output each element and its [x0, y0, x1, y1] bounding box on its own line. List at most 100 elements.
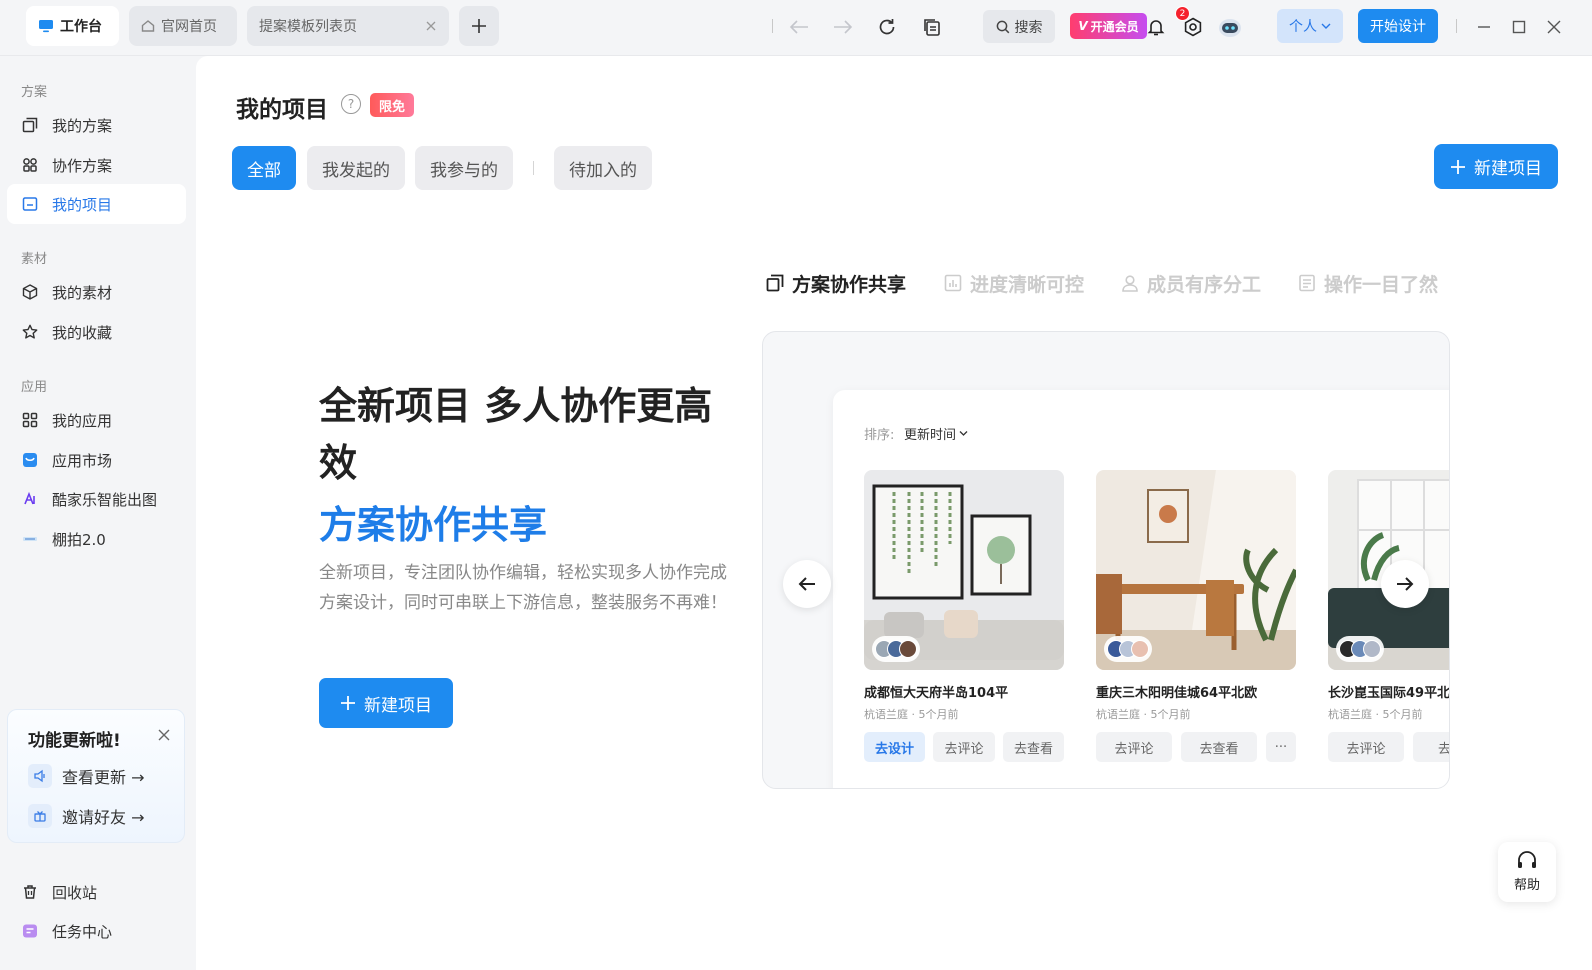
- view-updates-link[interactable]: 查看更新 →: [28, 762, 145, 790]
- sidebar-item-my-apps[interactable]: 我的应用: [7, 400, 186, 440]
- project-name: 长沙崑玉国际49平北: [1328, 686, 1450, 701]
- sort-dropdown[interactable]: 更新时间: [904, 424, 968, 443]
- sidebar-item-studio[interactable]: 棚拍2.0: [7, 519, 186, 559]
- sidebar-item-task-center[interactable]: 任务中心: [7, 911, 186, 951]
- copy-window-button[interactable]: [918, 13, 946, 41]
- member-avatars: [1104, 636, 1152, 662]
- project-name: 成都恒大天府半岛104平: [864, 686, 1009, 701]
- sidebar-item-my-projects[interactable]: 我的项目: [7, 184, 186, 224]
- go-view-button[interactable]: 去查看: [1181, 732, 1257, 762]
- divider: [1456, 19, 1457, 33]
- update-title: 功能更新啦!: [28, 731, 121, 751]
- plus-icon: [1450, 159, 1466, 175]
- apps-icon: [21, 412, 38, 429]
- settings-button[interactable]: [1179, 13, 1207, 41]
- hero-new-project-button[interactable]: 新建项目: [319, 678, 453, 728]
- search-button[interactable]: 搜索: [983, 10, 1055, 43]
- go-design-button[interactable]: 去设计: [864, 732, 925, 762]
- sidebar-item-my-plans[interactable]: 我的方案: [7, 105, 186, 145]
- go-comment-button[interactable]: 去评论: [933, 732, 995, 762]
- sidebar-item-label: 任务中心: [52, 922, 113, 941]
- chevron-down-icon: [959, 430, 968, 437]
- tab-workbench[interactable]: 工作台: [26, 6, 119, 46]
- go-view-button[interactable]: 去查看: [1003, 732, 1064, 762]
- refresh-button[interactable]: [873, 13, 901, 41]
- sidebar-item-ai-render[interactable]: 酷家乐智能出图: [7, 479, 186, 519]
- feature-tab-operations[interactable]: 操作一目了然: [1298, 270, 1438, 296]
- back-button[interactable]: [785, 13, 813, 41]
- close-icon: [1546, 19, 1562, 35]
- sidebar-item-collab-plans[interactable]: 协作方案: [7, 145, 186, 185]
- go-comment-button[interactable]: 去评论: [1328, 732, 1404, 762]
- member-avatars: [1336, 636, 1384, 662]
- search-icon: [996, 20, 1010, 34]
- tab-proposal-templates[interactable]: 提案模板列表页: [247, 6, 449, 46]
- ai-icon: [21, 491, 38, 508]
- go-view-button[interactable]: 去查: [1413, 732, 1449, 762]
- tab-label: 提案模板列表页: [259, 19, 357, 35]
- minimize-icon: [1476, 19, 1492, 35]
- robot-icon: [1218, 16, 1242, 38]
- sidebar-item-app-market[interactable]: 应用市场: [7, 440, 186, 480]
- sidebar-item-label: 我的素材: [52, 283, 113, 302]
- tab-official-home[interactable]: 官网首页: [129, 6, 237, 46]
- feature-tab-collab-share[interactable]: 方案协作共享: [766, 270, 906, 296]
- start-design-button[interactable]: 开始设计: [1358, 9, 1438, 43]
- studio-icon: [21, 531, 38, 548]
- go-comment-button[interactable]: 去评论: [1096, 732, 1172, 762]
- notification-button[interactable]: [1142, 13, 1170, 41]
- forward-button[interactable]: [829, 13, 857, 41]
- section-title-plans: 方案: [21, 85, 48, 100]
- sidebar-item-trash[interactable]: 回收站: [7, 872, 186, 912]
- carousel-next-button[interactable]: [1381, 560, 1429, 608]
- close-update-button[interactable]: [153, 724, 175, 746]
- sidebar-item-label: 回收站: [52, 883, 98, 902]
- invite-friends-link[interactable]: 邀请好友 →: [28, 802, 145, 830]
- project-thumbnail: [1096, 470, 1296, 670]
- monitor-icon: [38, 19, 54, 33]
- sidebar-item-label: 我的收藏: [52, 323, 113, 342]
- project-meta: 杭语兰庭 · 5个月前: [1096, 708, 1191, 721]
- sidebar-item-my-materials[interactable]: 我的素材: [7, 272, 186, 312]
- filter-tab-initiated[interactable]: 我发起的: [307, 146, 405, 190]
- view-updates-label: 查看更新 →: [62, 768, 145, 787]
- headset-icon: [1516, 851, 1538, 871]
- more-button[interactable]: ···: [1266, 732, 1296, 762]
- carousel-prev-button[interactable]: [783, 560, 831, 608]
- close-tab-icon[interactable]: [425, 20, 437, 32]
- filter-tab-all[interactable]: 全部: [232, 146, 296, 190]
- invite-friends-label: 邀请好友 →: [62, 808, 145, 827]
- feature-update-card: 功能更新啦! 查看更新 → 邀请好友 →: [7, 709, 185, 843]
- close-window-button[interactable]: [1540, 13, 1568, 41]
- help-button[interactable]: 帮助: [1498, 842, 1556, 902]
- preview-project-list: 排序: 更新时间 成都恒大天府半岛104平 杭语兰庭 · 5个月前 去设计 去评…: [833, 390, 1450, 788]
- divider: [533, 161, 534, 175]
- minimize-button[interactable]: [1470, 13, 1498, 41]
- project-meta: 杭语兰庭 · 5个月前: [864, 708, 959, 721]
- assistant-button[interactable]: [1216, 13, 1244, 41]
- star-icon: [21, 324, 38, 341]
- account-switch-dropdown[interactable]: 个人: [1277, 9, 1343, 43]
- hero-button-label: 新建项目: [364, 695, 432, 716]
- feature-tab-members[interactable]: 成员有序分工: [1121, 270, 1261, 296]
- document-icon: [1298, 274, 1316, 292]
- filter-tab-pending[interactable]: 待加入的: [554, 146, 652, 190]
- vip-mark: V: [1078, 19, 1088, 33]
- maximize-button[interactable]: [1505, 13, 1533, 41]
- section-title-apps: 应用: [21, 380, 48, 395]
- question-icon[interactable]: ?: [341, 94, 361, 114]
- arrow-right-icon: [1396, 576, 1414, 592]
- new-tab-button[interactable]: [459, 6, 499, 46]
- feature-tab-progress[interactable]: 进度清晰可控: [944, 270, 1084, 296]
- search-label: 搜索: [1014, 19, 1043, 36]
- sidebar-item-my-favorites[interactable]: 我的收藏: [7, 312, 186, 352]
- market-icon: [21, 452, 38, 469]
- sidebar-item-label: 酷家乐智能出图: [52, 490, 158, 509]
- section-title-materials: 素材: [21, 252, 48, 267]
- arrow-left-icon: [789, 19, 809, 35]
- sidebar-item-label: 棚拍2.0: [52, 530, 106, 549]
- filter-tab-participated[interactable]: 我参与的: [415, 146, 513, 190]
- new-project-button[interactable]: 新建项目: [1434, 144, 1558, 189]
- vip-button[interactable]: V 开通会员: [1070, 13, 1147, 39]
- refresh-icon: [877, 17, 897, 37]
